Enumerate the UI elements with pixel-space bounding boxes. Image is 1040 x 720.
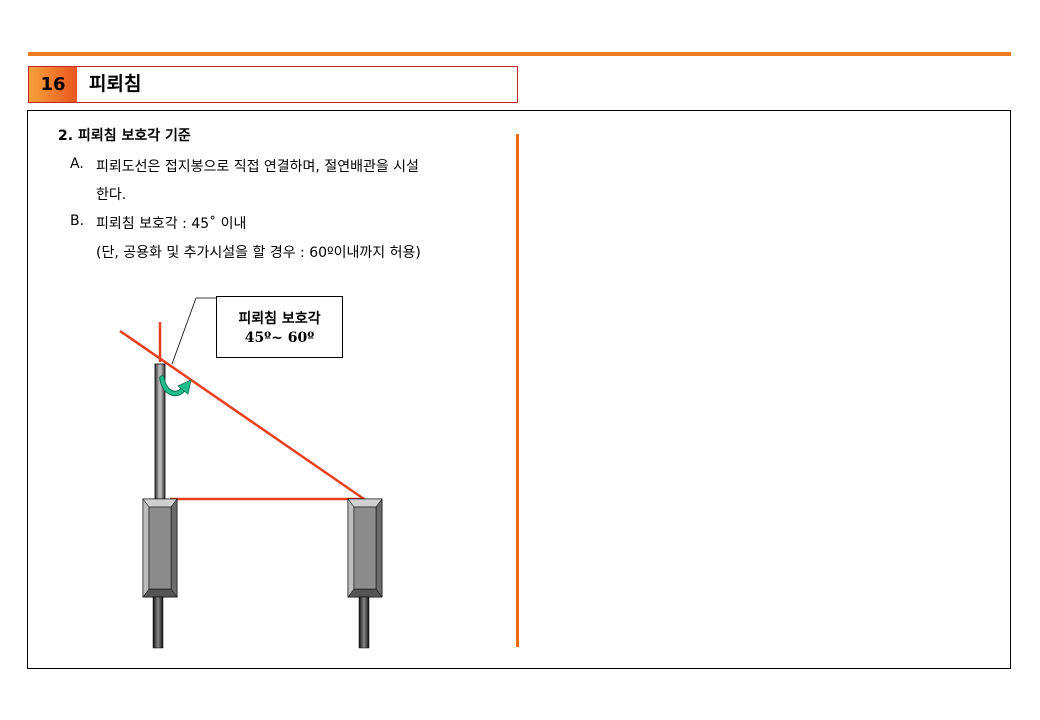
callout-title: 피뢰침 보호각 <box>238 311 321 327</box>
lightning-rod-diagram <box>119 297 383 649</box>
callout-angle-range: 45º~ 60º <box>244 330 315 346</box>
callout-leader <box>171 297 216 365</box>
left-block <box>142 498 178 649</box>
curved-arrow-icon <box>159 375 192 397</box>
protection-angle-callout: 피뢰침 보호각 45º~ 60º <box>216 296 343 358</box>
right-block <box>347 498 383 649</box>
